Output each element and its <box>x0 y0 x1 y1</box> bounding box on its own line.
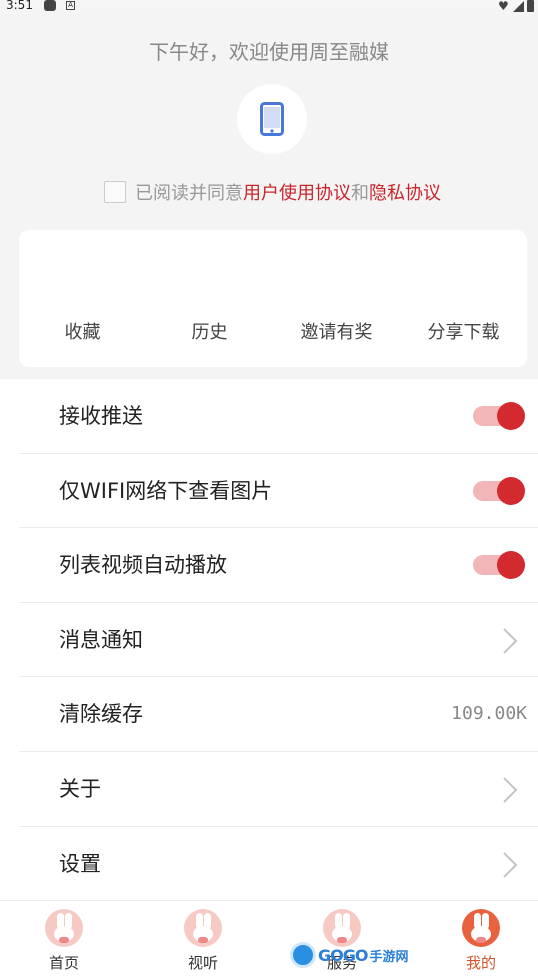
setting-label: 列表视频自动播放 <box>59 553 227 578</box>
watermark-text: 手游网 <box>369 949 409 965</box>
user-agreement-link[interactable]: 用户使用协议 <box>243 179 351 205</box>
setting-label: 仅WIFI网络下查看图片 <box>59 478 273 503</box>
setting-label: 设置 <box>59 851 101 876</box>
quick-action-invite[interactable]: 邀请有奖 <box>273 318 400 344</box>
status-indicators: ♥ <box>498 0 534 12</box>
quick-action-favorites[interactable]: 收藏 <box>19 318 146 344</box>
chevron-right-icon <box>503 628 518 654</box>
setting-label: 清除缓存 <box>59 702 143 727</box>
quick-action-share[interactable]: 分享下载 <box>400 318 527 344</box>
notification-icon <box>44 0 56 11</box>
rabbit-mascot-icon <box>45 909 83 947</box>
tab-mine[interactable]: 我的 <box>441 909 521 973</box>
setting-row-notifications[interactable]: 消息通知 <box>19 603 538 678</box>
profile-header: 下午好，欢迎使用周至融媒 已阅读并同意 用户使用协议 和 隐私协议 收藏 历史 … <box>0 14 538 379</box>
wifi-icon: ♥ <box>498 0 509 13</box>
greeting-text: 下午好，欢迎使用周至融媒 <box>149 40 389 64</box>
rabbit-mascot-icon <box>462 909 500 947</box>
agreement-checkbox[interactable] <box>104 181 126 203</box>
watermark-circle-icon <box>290 942 316 968</box>
tab-label: 首页 <box>48 954 79 972</box>
watermark-brand: GOGO <box>318 945 368 965</box>
setting-label: 关于 <box>59 776 101 801</box>
setting-row-wifi-images: 仅WIFI网络下查看图片 <box>19 454 538 529</box>
phone-login-button[interactable] <box>237 84 307 154</box>
phone-icon <box>260 102 284 136</box>
tab-label: 我的 <box>465 954 496 972</box>
setting-row-clear-cache[interactable]: 清除缓存 109.00K <box>19 677 538 752</box>
tab-media[interactable]: 视听 <box>163 909 243 973</box>
bottom-tab-bar: 首页 视听 服务 我的 <box>0 900 538 976</box>
toggle-knob <box>497 551 525 580</box>
setting-row-about[interactable]: 关于 <box>19 752 538 827</box>
chevron-right-icon <box>503 777 518 803</box>
tab-home[interactable]: 首页 <box>24 909 104 973</box>
setting-row-preferences[interactable]: 设置 <box>19 827 538 902</box>
setting-label: 消息通知 <box>59 627 143 652</box>
agreement-row: 已阅读并同意 用户使用协议 和 隐私协议 <box>104 180 441 204</box>
settings-list: 接收推送 仅WIFI网络下查看图片 列表视频自动播放 消息通知 清除缓存 109… <box>0 379 538 901</box>
tab-label: 视听 <box>187 954 218 972</box>
wifi-images-toggle[interactable] <box>473 476 525 505</box>
setting-row-autoplay: 列表视频自动播放 <box>19 528 538 603</box>
quick-actions-card: 收藏 历史 邀请有奖 分享下载 <box>19 230 527 367</box>
rabbit-mascot-icon <box>184 909 222 947</box>
agreement-conjunction: 和 <box>351 183 369 204</box>
privacy-policy-link[interactable]: 隐私协议 <box>369 179 441 205</box>
watermark-logo: GOGO 手游网 <box>290 938 408 972</box>
battery-icon <box>527 0 534 12</box>
setting-label: 接收推送 <box>59 404 143 428</box>
push-toggle[interactable] <box>473 402 525 430</box>
status-time: 3:51 <box>6 0 33 12</box>
quick-action-history[interactable]: 历史 <box>146 318 273 344</box>
signal-icon <box>513 0 524 12</box>
status-bar: 3:51 A ♥ <box>0 0 538 14</box>
toggle-knob <box>497 402 525 430</box>
toggle-knob <box>497 476 525 505</box>
autoplay-toggle[interactable] <box>473 551 525 580</box>
chevron-right-icon <box>503 851 518 878</box>
setting-row-push: 接收推送 <box>19 379 538 454</box>
cache-size-value: 109.00K <box>451 703 527 725</box>
agreement-prefix: 已阅读并同意 <box>135 183 243 204</box>
accessibility-badge-icon: A <box>66 1 75 10</box>
